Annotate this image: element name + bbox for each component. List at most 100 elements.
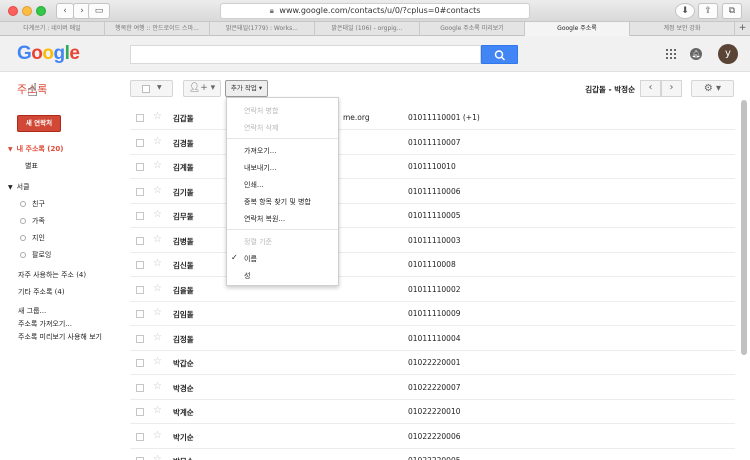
browser-tab[interactable]: Google 주소록 미리보기 [420, 22, 525, 36]
star-icon[interactable]: ☆ [153, 160, 162, 171]
row-checkbox[interactable] [136, 334, 144, 343]
new-contact-button[interactable]: 새 연락처 [17, 115, 61, 132]
table-row[interactable]: ☆ 박경순 01022220007 [130, 376, 735, 400]
table-row[interactable]: ☆ 박무순 01022220005 [130, 449, 735, 460]
table-row[interactable]: ☆ 김신돌 0101110008 [130, 253, 735, 277]
star-icon[interactable]: ☆ [153, 185, 162, 196]
table-row[interactable]: ☆ 김경돌 01011110007 [130, 131, 735, 155]
avatar[interactable]: y [718, 44, 738, 64]
table-row[interactable]: ☆ 김병돌 01011110003 [130, 229, 735, 253]
search-input[interactable] [130, 45, 481, 64]
contact-name: 김임돌 [173, 310, 194, 319]
search-button[interactable] [481, 45, 518, 64]
sidebar-toggle-button[interactable]: ▭ [88, 3, 110, 19]
star-icon[interactable]: ☆ [153, 381, 162, 392]
row-checkbox[interactable] [136, 432, 144, 441]
sidebar-circle-item[interactable]: 친구 [20, 199, 45, 209]
menu-item-export[interactable]: 내보내기... [244, 163, 276, 173]
menu-item-sort-surname[interactable]: 성 [244, 271, 250, 281]
sidebar-item-circles[interactable]: ▼ 서클 [8, 182, 30, 192]
sidebar-item-starred[interactable]: 별표 [25, 161, 38, 171]
browser-tab[interactable]: Google 주소록 [525, 22, 630, 36]
table-row[interactable]: ☆ 박계순 01022220010 [130, 400, 735, 424]
star-icon[interactable]: ☆ [153, 430, 162, 441]
sidebar-circle-item[interactable]: 팔로잉 [20, 250, 51, 260]
sidebar-circle-item[interactable]: 지인 [20, 233, 45, 243]
table-row[interactable]: ☆ 김임돌 01011110009 [130, 302, 735, 326]
sidebar-item-import[interactable]: 주소록 가져오기... [18, 319, 72, 329]
sidebar-circle-item[interactable]: 가족 [20, 216, 45, 226]
checkmark-icon: ✓ [231, 253, 238, 262]
row-checkbox[interactable] [136, 285, 144, 294]
download-icon[interactable]: ⬇ [675, 3, 695, 19]
back-button[interactable]: ‹ [56, 3, 74, 19]
row-checkbox[interactable] [136, 408, 144, 416]
row-checkbox[interactable] [136, 187, 144, 196]
star-icon[interactable]: ☆ [153, 283, 162, 294]
table-row[interactable]: ☆ 박기순 01022220006 [130, 425, 735, 449]
google-logo[interactable]: Google [17, 43, 80, 65]
apps-grid-icon[interactable] [666, 49, 676, 59]
sidebar-item-other[interactable]: 기타 주소록 (4) [18, 287, 65, 297]
table-row[interactable]: ☆ 박갑순 01022220001 [130, 351, 735, 375]
star-icon[interactable]: ☆ [153, 454, 162, 460]
sidebar-item-frequent[interactable]: 자주 사용하는 주소 (4) [18, 270, 86, 280]
menu-item-find-duplicates[interactable]: 중복 항목 찾기 및 병합 [244, 197, 311, 207]
notification-bell-icon[interactable]: 🔔︎ [690, 48, 702, 60]
sidebar-item-preview[interactable]: 주소록 미리보기 사용해 보기 [18, 332, 102, 342]
next-page-button[interactable]: › [661, 80, 682, 97]
browser-tab[interactable]: 밝은태일(1779) : Works... [210, 22, 315, 36]
minimize-window-button[interactable] [22, 6, 32, 16]
menu-item-sort-name[interactable]: 이름 [244, 254, 257, 264]
star-icon[interactable]: ☆ [153, 234, 162, 245]
star-icon[interactable]: ☆ [153, 209, 162, 220]
row-checkbox[interactable] [136, 261, 144, 269]
menu-item-import[interactable]: 가져오기... [244, 146, 276, 156]
close-window-button[interactable] [8, 6, 18, 16]
star-icon[interactable]: ☆ [153, 356, 162, 367]
contact-name: 김계돌 [173, 163, 194, 172]
table-row[interactable]: ☆ 김갑돌 me.org 01011110001 (+1) [130, 106, 735, 130]
star-icon[interactable]: ☆ [153, 405, 162, 416]
row-checkbox[interactable] [136, 236, 144, 245]
menu-item-restore[interactable]: 연락처 복원... [244, 214, 285, 224]
browser-tab[interactable]: 밝은태일 (106) - orgpig... [315, 22, 420, 36]
row-checkbox[interactable] [136, 212, 144, 220]
scrollbar[interactable] [741, 100, 747, 355]
contact-name: 박경순 [173, 383, 194, 393]
sidebar-item-new-group[interactable]: 새 그룹... [18, 306, 46, 316]
address-bar[interactable]: 🔒︎ www.google.com/contacts/u/0/?cplus=0#… [220, 3, 530, 19]
prev-page-button[interactable]: ‹ [640, 80, 661, 97]
browser-tab[interactable]: 계정 보안 강화 [630, 22, 735, 36]
select-all-button[interactable]: ▼ [130, 80, 173, 97]
table-row[interactable]: ☆ 김을돌 01011110002 [130, 278, 735, 302]
zoom-window-button[interactable] [36, 6, 46, 16]
row-checkbox[interactable] [136, 114, 144, 122]
settings-button[interactable]: ⚙ ▾ [691, 80, 734, 97]
row-checkbox[interactable] [136, 359, 144, 367]
add-to-group-button[interactable]: 👤︎+ ▾ [183, 80, 221, 97]
browser-tab[interactable]: 행복한 여행 :: 안드로이드 스마... [105, 22, 210, 36]
star-icon[interactable]: ☆ [153, 136, 162, 147]
more-actions-button[interactable]: 추가 작업 ▾ [225, 80, 268, 97]
share-icon[interactable]: ⇪ [698, 3, 718, 19]
star-icon[interactable]: ☆ [153, 332, 162, 343]
row-checkbox[interactable] [136, 138, 144, 147]
new-tab-button[interactable]: + [735, 22, 750, 36]
row-checkbox[interactable] [136, 310, 144, 318]
menu-item-print[interactable]: 인쇄... [244, 180, 264, 190]
table-row[interactable]: ☆ 김무돌 01011110005 [130, 204, 735, 228]
star-icon[interactable]: ☆ [153, 307, 162, 318]
row-checkbox[interactable] [136, 383, 144, 392]
tabs-overview-icon[interactable]: ⧉ [722, 3, 742, 19]
star-icon[interactable]: ☆ [153, 258, 162, 269]
more-actions-menu: 연락처 병합 연락처 삭제 가져오기... 내보내기... 인쇄... 중복 항… [226, 97, 339, 286]
row-checkbox[interactable] [136, 163, 144, 171]
browser-tab[interactable]: 다계쓰기 : 네이버 메일 [0, 22, 105, 36]
table-row[interactable]: ☆ 김정돌 01011110004 [130, 327, 735, 351]
table-row[interactable]: ☆ 김계돌 0101110010 [130, 155, 735, 179]
star-icon[interactable]: ☆ [153, 111, 162, 122]
sidebar-item-my-contacts[interactable]: ▼ 내 주소록 (20) [8, 144, 63, 154]
gear-icon: ⚙ ▾ [703, 83, 722, 94]
table-row[interactable]: ☆ 김기돌 01011110006 [130, 180, 735, 204]
